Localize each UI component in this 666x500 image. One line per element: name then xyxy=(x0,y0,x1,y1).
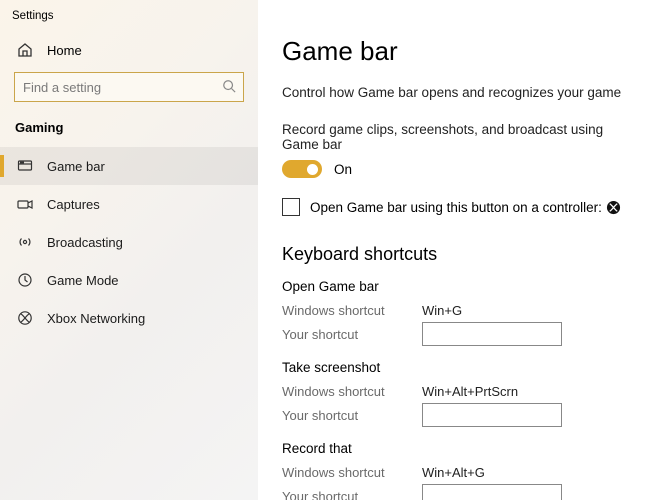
shortcut-open-game-bar: Open Game bar Windows shortcut Win+G You… xyxy=(282,279,636,346)
page-title: Game bar xyxy=(282,36,636,67)
sidebar-item-game-bar[interactable]: Game bar xyxy=(0,147,258,185)
your-shortcut-input[interactable] xyxy=(422,403,562,427)
broadcasting-icon xyxy=(17,234,33,250)
sidebar-item-label: Xbox Networking xyxy=(47,311,145,326)
shortcut-name: Open Game bar xyxy=(282,279,636,294)
sidebar-item-broadcasting[interactable]: Broadcasting xyxy=(0,223,258,261)
sidebar-item-label: Captures xyxy=(47,197,100,212)
sidebar: Settings Home Gaming xyxy=(0,0,258,500)
controller-checkbox-label: Open Game bar using this button on a con… xyxy=(310,200,621,215)
sidebar-item-label: Broadcasting xyxy=(47,235,123,250)
sidebar-home-label: Home xyxy=(47,43,82,58)
sidebar-item-captures[interactable]: Captures xyxy=(0,185,258,223)
shortcuts-heading: Keyboard shortcuts xyxy=(282,244,636,265)
windows-shortcut-label: Windows shortcut xyxy=(282,465,422,480)
record-setting-label: Record game clips, screenshots, and broa… xyxy=(282,122,636,152)
search-input[interactable] xyxy=(14,72,244,102)
your-shortcut-input[interactable] xyxy=(422,484,562,500)
shortcut-record-that: Record that Windows shortcut Win+Alt+G Y… xyxy=(282,441,636,500)
home-icon xyxy=(17,42,33,58)
sidebar-item-label: Game bar xyxy=(47,159,105,174)
nav: Game bar Captures Broadcasting xyxy=(0,147,258,337)
window-title: Settings xyxy=(0,8,258,32)
xbox-icon xyxy=(606,200,621,215)
record-toggle-state: On xyxy=(334,162,352,177)
your-shortcut-label: Your shortcut xyxy=(282,408,422,423)
windows-shortcut-label: Windows shortcut xyxy=(282,303,422,318)
shortcut-name: Take screenshot xyxy=(282,360,636,375)
sidebar-home[interactable]: Home xyxy=(0,32,258,68)
xbox-networking-icon xyxy=(17,310,33,326)
record-toggle[interactable] xyxy=(282,160,322,178)
search-container xyxy=(14,72,244,102)
windows-shortcut-value: Win+G xyxy=(422,303,462,318)
windows-shortcut-value: Win+Alt+PrtScrn xyxy=(422,384,518,399)
shortcut-name: Record that xyxy=(282,441,636,456)
shortcut-take-screenshot: Take screenshot Windows shortcut Win+Alt… xyxy=(282,360,636,427)
windows-shortcut-value: Win+Alt+G xyxy=(422,465,485,480)
captures-icon xyxy=(17,196,33,212)
page-description: Control how Game bar opens and recognize… xyxy=(282,85,636,100)
category-heading: Gaming xyxy=(0,112,258,143)
your-shortcut-input[interactable] xyxy=(422,322,562,346)
your-shortcut-label: Your shortcut xyxy=(282,327,422,342)
controller-checkbox[interactable] xyxy=(282,198,300,216)
record-toggle-row: On xyxy=(282,160,636,178)
sidebar-item-xbox-networking[interactable]: Xbox Networking xyxy=(0,299,258,337)
game-bar-icon xyxy=(17,158,33,174)
sidebar-item-label: Game Mode xyxy=(47,273,119,288)
your-shortcut-label: Your shortcut xyxy=(282,489,422,500)
windows-shortcut-label: Windows shortcut xyxy=(282,384,422,399)
main-panel: Game bar Control how Game bar opens and … xyxy=(258,0,666,500)
settings-app: Settings Home Gaming xyxy=(0,0,666,500)
sidebar-item-game-mode[interactable]: Game Mode xyxy=(0,261,258,299)
game-mode-icon xyxy=(17,272,33,288)
controller-check-row: Open Game bar using this button on a con… xyxy=(282,198,636,216)
